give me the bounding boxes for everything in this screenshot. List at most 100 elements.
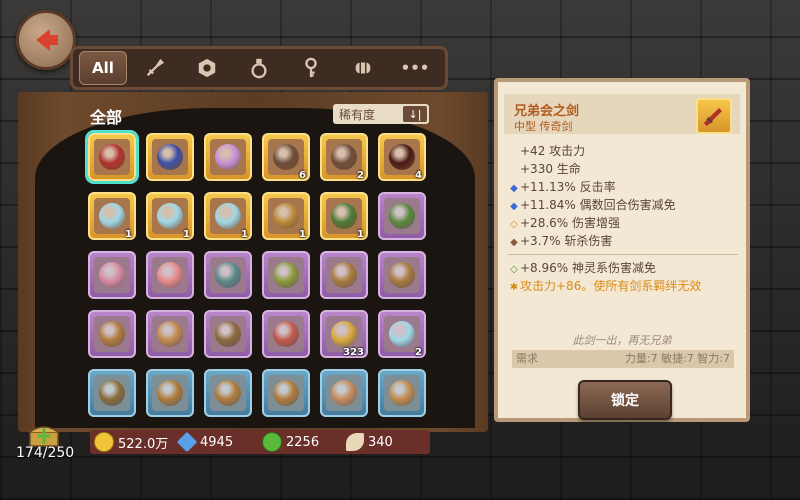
list-title: 全部	[90, 108, 123, 127]
lute-icon	[389, 380, 415, 406]
tab-more[interactable]: •••	[391, 51, 439, 85]
inventory-slot[interactable]	[204, 369, 252, 417]
inventory-slot[interactable]	[378, 192, 426, 240]
stat-text: 攻击力+86。使所有剑系羁绊无效	[520, 279, 702, 293]
inventory-slot[interactable]: 2	[320, 133, 368, 181]
gem-orb-icon	[215, 144, 241, 170]
item-count: 2	[357, 170, 364, 181]
inventory-capacity: 174/250	[16, 445, 75, 461]
acorn-icon	[215, 321, 241, 347]
stat-line: ◆ +3.7% 斩杀伤害	[508, 232, 738, 250]
requirement-values: 力量:7 敏捷:7 智力:7	[624, 352, 730, 365]
inventory-slot-frame	[152, 139, 188, 175]
scimitar-icon	[157, 380, 183, 406]
item-count: 6	[299, 170, 306, 181]
inventory-slot-frame	[210, 257, 246, 293]
helmet-icon	[215, 262, 241, 288]
lock-button[interactable]: 锁定	[578, 380, 672, 420]
stat-line: ◇ +28.6% 伤害增强	[508, 214, 738, 232]
bracer-icon	[157, 144, 183, 170]
inventory-slot[interactable]	[88, 310, 136, 358]
inventory-slot[interactable]: 4	[378, 133, 426, 181]
dark-orb-icon	[389, 144, 415, 170]
inventory-slot[interactable]	[204, 251, 252, 299]
inventory-slot[interactable]: 1	[204, 192, 252, 240]
inventory-slot[interactable]: 2	[378, 310, 426, 358]
sort-order-icon[interactable]: ↓|	[403, 106, 427, 122]
sword-icon	[99, 144, 125, 170]
inventory-slot[interactable]	[262, 251, 310, 299]
puzzle-piece-green-icon	[331, 203, 357, 229]
inventory-slot[interactable]: 6	[262, 133, 310, 181]
tab-potions[interactable]	[235, 51, 283, 85]
inventory-slot-frame	[326, 257, 362, 293]
inventory-slot[interactable]: 1	[88, 192, 136, 240]
inventory-slot-frame	[384, 198, 420, 234]
requirement-label: 需求	[516, 352, 538, 365]
inventory-slot[interactable]: 1	[146, 192, 194, 240]
inventory-slot[interactable]	[88, 369, 136, 417]
inventory-slot[interactable]: 1	[320, 192, 368, 240]
inventory-slot[interactable]	[146, 251, 194, 299]
stat-line: ◇ +8.96% 神灵系伤害减免	[508, 259, 738, 277]
requirement-bar: 需求 力量:7 敏捷:7 智力:7	[512, 350, 734, 368]
tab-keys[interactable]	[287, 51, 335, 85]
tab-weapons[interactable]	[131, 51, 179, 85]
currency-green-value: 2256	[286, 434, 320, 450]
ticket-icon	[389, 321, 415, 347]
tab-materials[interactable]	[339, 51, 387, 85]
stat-text: +3.7% 斩杀伤害	[520, 234, 613, 248]
green-orb-icon	[262, 432, 282, 452]
inventory-slot-frame	[152, 316, 188, 352]
sword-icon	[703, 107, 723, 127]
currency-bar: 522.0万 4945 2256 340	[90, 430, 430, 454]
currency-gold-value: 522.0万	[118, 436, 169, 452]
stat-line: ◆ +11.84% 偶数回合伤害减免	[508, 196, 738, 214]
inventory-slot-frame	[268, 257, 304, 293]
inventory-slot[interactable]: 323	[320, 310, 368, 358]
inventory-grid: 6 2 4 1 1 1 1 1 323 2	[85, 130, 433, 418]
inventory-slot[interactable]	[204, 133, 252, 181]
tab-armor[interactable]	[183, 51, 231, 85]
inventory-slot[interactable]	[262, 310, 310, 358]
inventory-slot[interactable]	[320, 369, 368, 417]
mushroom-fist-icon	[331, 380, 357, 406]
acorn-icon	[99, 380, 125, 406]
scimitar-icon	[99, 321, 125, 347]
item-thumbnail	[696, 98, 732, 134]
inventory-slot[interactable]	[146, 369, 194, 417]
tab-all[interactable]: All	[79, 51, 127, 85]
puzzle-piece-icon	[273, 144, 299, 170]
inventory-slot[interactable]	[378, 369, 426, 417]
inventory-slot[interactable]	[204, 310, 252, 358]
inventory-slot[interactable]: 1	[262, 192, 310, 240]
scimitar-icon	[273, 380, 299, 406]
inventory-slot[interactable]	[146, 133, 194, 181]
gold-coin-icon	[94, 432, 114, 452]
inventory-slot-frame	[268, 316, 304, 352]
affix-diamond-icon: ◆	[510, 237, 518, 248]
inventory-slot-frame	[384, 257, 420, 293]
sort-dropdown[interactable]: 稀有度 ↓|	[333, 104, 429, 124]
back-arrow-icon	[36, 29, 58, 51]
inventory-slot[interactable]	[262, 369, 310, 417]
acorn-staff-icon	[331, 262, 357, 288]
inventory-slot-frame	[94, 139, 130, 175]
currency-green: 2256	[262, 432, 340, 452]
key-icon	[305, 57, 317, 78]
back-button[interactable]	[16, 10, 76, 70]
inventory-slot[interactable]	[378, 251, 426, 299]
star-icon: ✱	[509, 282, 519, 293]
inventory-slot-frame	[152, 257, 188, 293]
more-icon: •••	[400, 59, 430, 77]
inventory-slot[interactable]	[85, 130, 139, 184]
currency-feather: 340	[346, 433, 424, 451]
inventory-slot[interactable]	[146, 310, 194, 358]
tab-all-label: All	[92, 59, 114, 77]
item-count: 1	[241, 229, 248, 240]
stat-text: +8.96% 神灵系伤害减免	[520, 261, 656, 275]
inventory-slot[interactable]	[320, 251, 368, 299]
rose-staff-icon	[273, 321, 299, 347]
inventory-slot[interactable]	[88, 251, 136, 299]
divider	[508, 254, 738, 255]
